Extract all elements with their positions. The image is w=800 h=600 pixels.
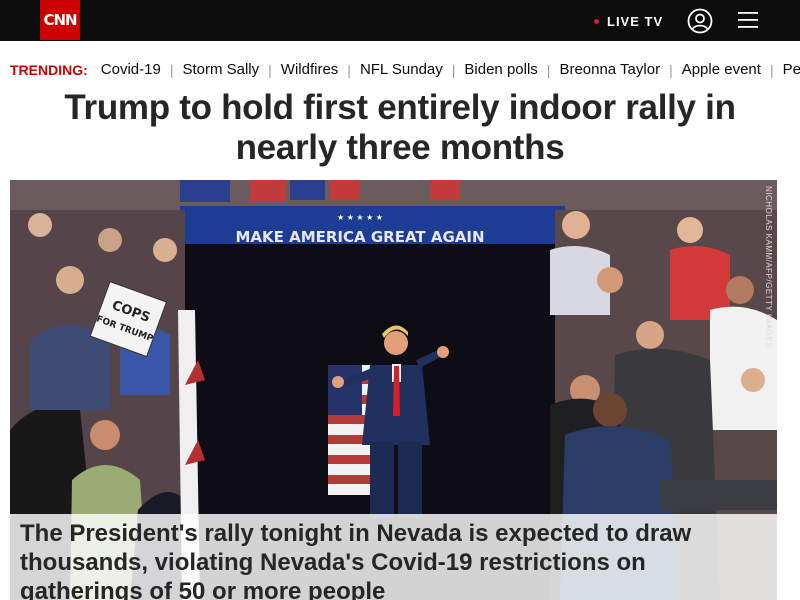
live-tv-link[interactable]: LIVE TV — [594, 12, 663, 30]
hamburger-menu-icon[interactable] — [738, 11, 758, 29]
trending-link[interactable]: Apple event — [673, 61, 770, 78]
trending-link[interactable]: Breonna Taylor — [550, 61, 669, 78]
trending-label: TRENDING: — [10, 61, 88, 78]
user-icon[interactable] — [687, 8, 713, 34]
trending-link[interactable]: Wildfires — [272, 61, 348, 78]
svg-text:★ ★ ★ ★ ★: ★ ★ ★ ★ ★ — [337, 213, 383, 222]
live-tv-label: LIVE TV — [607, 13, 664, 29]
trending-link[interactable]: Biden polls — [455, 61, 546, 78]
image-credit: NICHOLAS KAMM/AFP/GETTY IMAGES — [764, 186, 773, 348]
cnn-logo[interactable]: CNN — [40, 0, 80, 40]
image-caption: The President's rally tonight in Nevada … — [10, 514, 777, 600]
rally-banner-text: MAKE AMERICA GREAT AGAIN — [235, 228, 484, 246]
top-navigation-bar: CNN LIVE TV — [0, 0, 800, 41]
trending-link[interactable]: Storm Sally — [173, 61, 268, 78]
trending-link[interactable]: Covid-19 — [92, 61, 170, 78]
article-headline: Trump to hold first entirely indoor rall… — [64, 88, 736, 167]
live-indicator-dot — [594, 18, 599, 24]
trending-link[interactable]: Peeps — [774, 61, 800, 78]
trending-link[interactable]: NFL Sunday — [351, 61, 452, 78]
